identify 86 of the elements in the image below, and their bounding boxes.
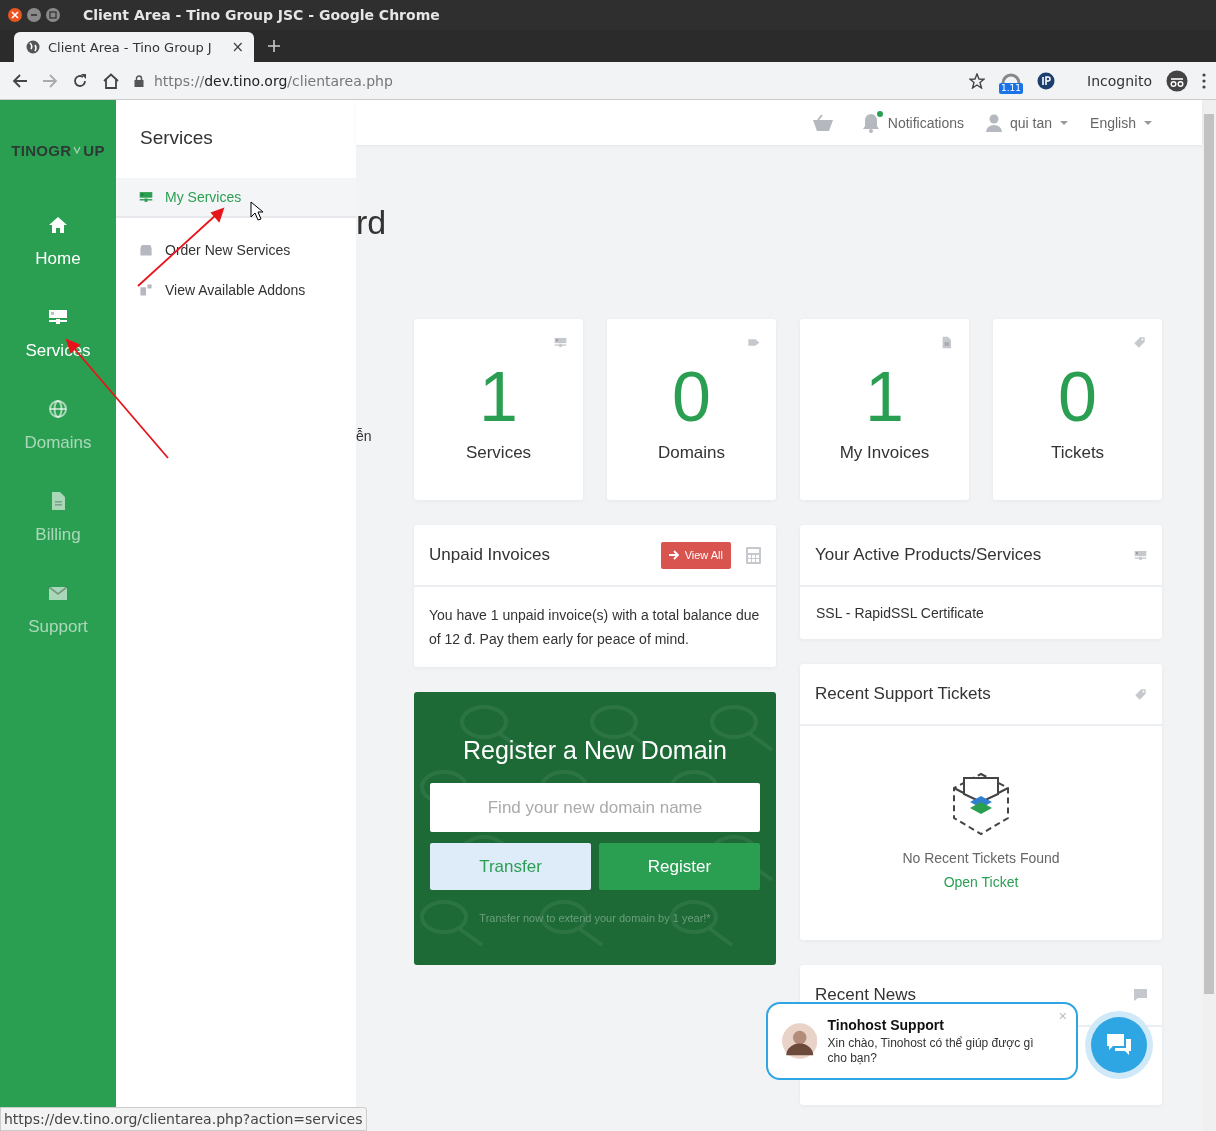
home-icon[interactable] (102, 72, 120, 89)
minimize-button[interactable] (27, 8, 41, 22)
box-icon (139, 243, 153, 257)
chat-message: Xin chào, Tinohost có thể giúp được gì cho bạn? (827, 1035, 1035, 1066)
stat-value: 1 (479, 357, 518, 437)
home-icon (48, 215, 68, 235)
stat-card[interactable]: 1 My Invoices (800, 319, 969, 500)
status-url: https://dev.tino.org/clientarea.php?action=services (0, 1107, 367, 1131)
logo-text: TINOGR (11, 141, 72, 159)
page-text: ễn (356, 428, 373, 444)
product-item[interactable]: SSL - RapidSSL Certificate (800, 587, 1162, 639)
invoice-message: You have 1 unpaid invoice(s) with a total balance due of 12 đ. Pay them early for peace of mind. (428, 606, 761, 649)
server-icon (554, 336, 567, 349)
arrow-icon (668, 550, 680, 560)
register-button[interactable]: Register (599, 843, 760, 890)
sidebar-item[interactable]: Home (0, 200, 116, 292)
scrollbar[interactable] (1202, 100, 1216, 1131)
comment-icon (1134, 989, 1147, 1001)
bell-icon[interactable] (861, 112, 880, 133)
reload-icon[interactable] (72, 72, 88, 89)
card-title: Recent News (815, 985, 918, 1005)
tag-icon (1134, 687, 1147, 701)
empty-box-icon (952, 772, 1010, 836)
incognito-icon[interactable] (1166, 69, 1188, 92)
chat-sender: Tinohost Support (827, 1016, 945, 1033)
tab-title: Client Area - Tino Group J (48, 39, 213, 55)
maximize-button[interactable] (46, 8, 60, 22)
card-title: Your Active Products/Services (815, 545, 1043, 565)
promo-note: Transfer now to extend your domain by 1 year!* (478, 912, 712, 924)
server-icon (1134, 548, 1147, 562)
globe-icon (26, 40, 40, 54)
stat-label: Services (465, 443, 532, 463)
menu-title: Services (139, 126, 214, 150)
document-icon (940, 336, 953, 349)
back-icon[interactable] (12, 72, 28, 89)
window-title: Client Area - Tino Group JSC - Google Chrome (83, 7, 440, 23)
globe-icon (48, 399, 68, 419)
calculator-icon (746, 546, 761, 564)
caret-icon (1060, 120, 1069, 125)
menu-item[interactable]: My Services (116, 178, 356, 218)
stat-value: 1 (865, 357, 904, 437)
cursor-icon (250, 201, 264, 221)
tag-icon (747, 336, 760, 349)
incognito-label: Incognito (1087, 72, 1152, 89)
extension-icon[interactable] (1037, 71, 1056, 90)
domain-search-field[interactable]: Find your new domain name (430, 783, 760, 832)
card-title: Unpaid Invoices (429, 545, 551, 565)
envelope-icon (48, 583, 68, 603)
avatar (782, 1020, 818, 1062)
user-menu[interactable]: qui tan (1010, 114, 1053, 131)
stat-label: Domains (657, 443, 726, 463)
menu-item[interactable]: View Available Addons (116, 270, 356, 310)
tab-close-button[interactable]: × (231, 38, 244, 56)
server-icon (139, 190, 153, 204)
logo-text: UP (83, 141, 105, 159)
address-bar[interactable]: https://dev.tino.org/clientarea.php (154, 72, 956, 89)
stat-value: 0 (672, 357, 711, 437)
minimize-icon (30, 11, 38, 19)
panel-title: Register a New Domain (462, 735, 728, 766)
stat-card[interactable]: 0 Tickets (993, 319, 1162, 500)
card-title: Recent Support Tickets (815, 684, 992, 704)
menu-icon[interactable] (1202, 72, 1206, 89)
view-all-button[interactable]: View All (660, 541, 731, 569)
lock-icon (134, 74, 144, 87)
empty-message: No Recent Tickets Found (902, 850, 1060, 866)
open-ticket-link[interactable]: Open Ticket (943, 874, 1019, 890)
new-tab-icon[interactable] (268, 40, 280, 52)
language-menu[interactable]: English (1090, 114, 1136, 131)
stat-label: Tickets (1050, 443, 1105, 463)
stat-value: 0 (1058, 357, 1097, 437)
stat-card[interactable]: 0 Domains (607, 319, 776, 500)
maximize-icon (49, 11, 57, 19)
chat-icon (1106, 1033, 1132, 1057)
notifications-link[interactable]: Notifications (887, 114, 965, 131)
close-window-button[interactable] (8, 8, 22, 22)
star-icon[interactable] (969, 72, 986, 89)
server-icon (48, 307, 68, 327)
tag-icon (1133, 336, 1146, 349)
stat-label: My Invoices (839, 443, 930, 463)
close-icon (11, 11, 19, 19)
caret-icon (1144, 120, 1152, 125)
browser-tab[interactable]: Client Area - Tino Group J × (14, 32, 254, 62)
stat-card[interactable]: 1 Services (414, 319, 583, 500)
chat-button[interactable] (1091, 1017, 1147, 1073)
page-heading: rd (356, 202, 388, 242)
logo-icon (73, 146, 82, 154)
